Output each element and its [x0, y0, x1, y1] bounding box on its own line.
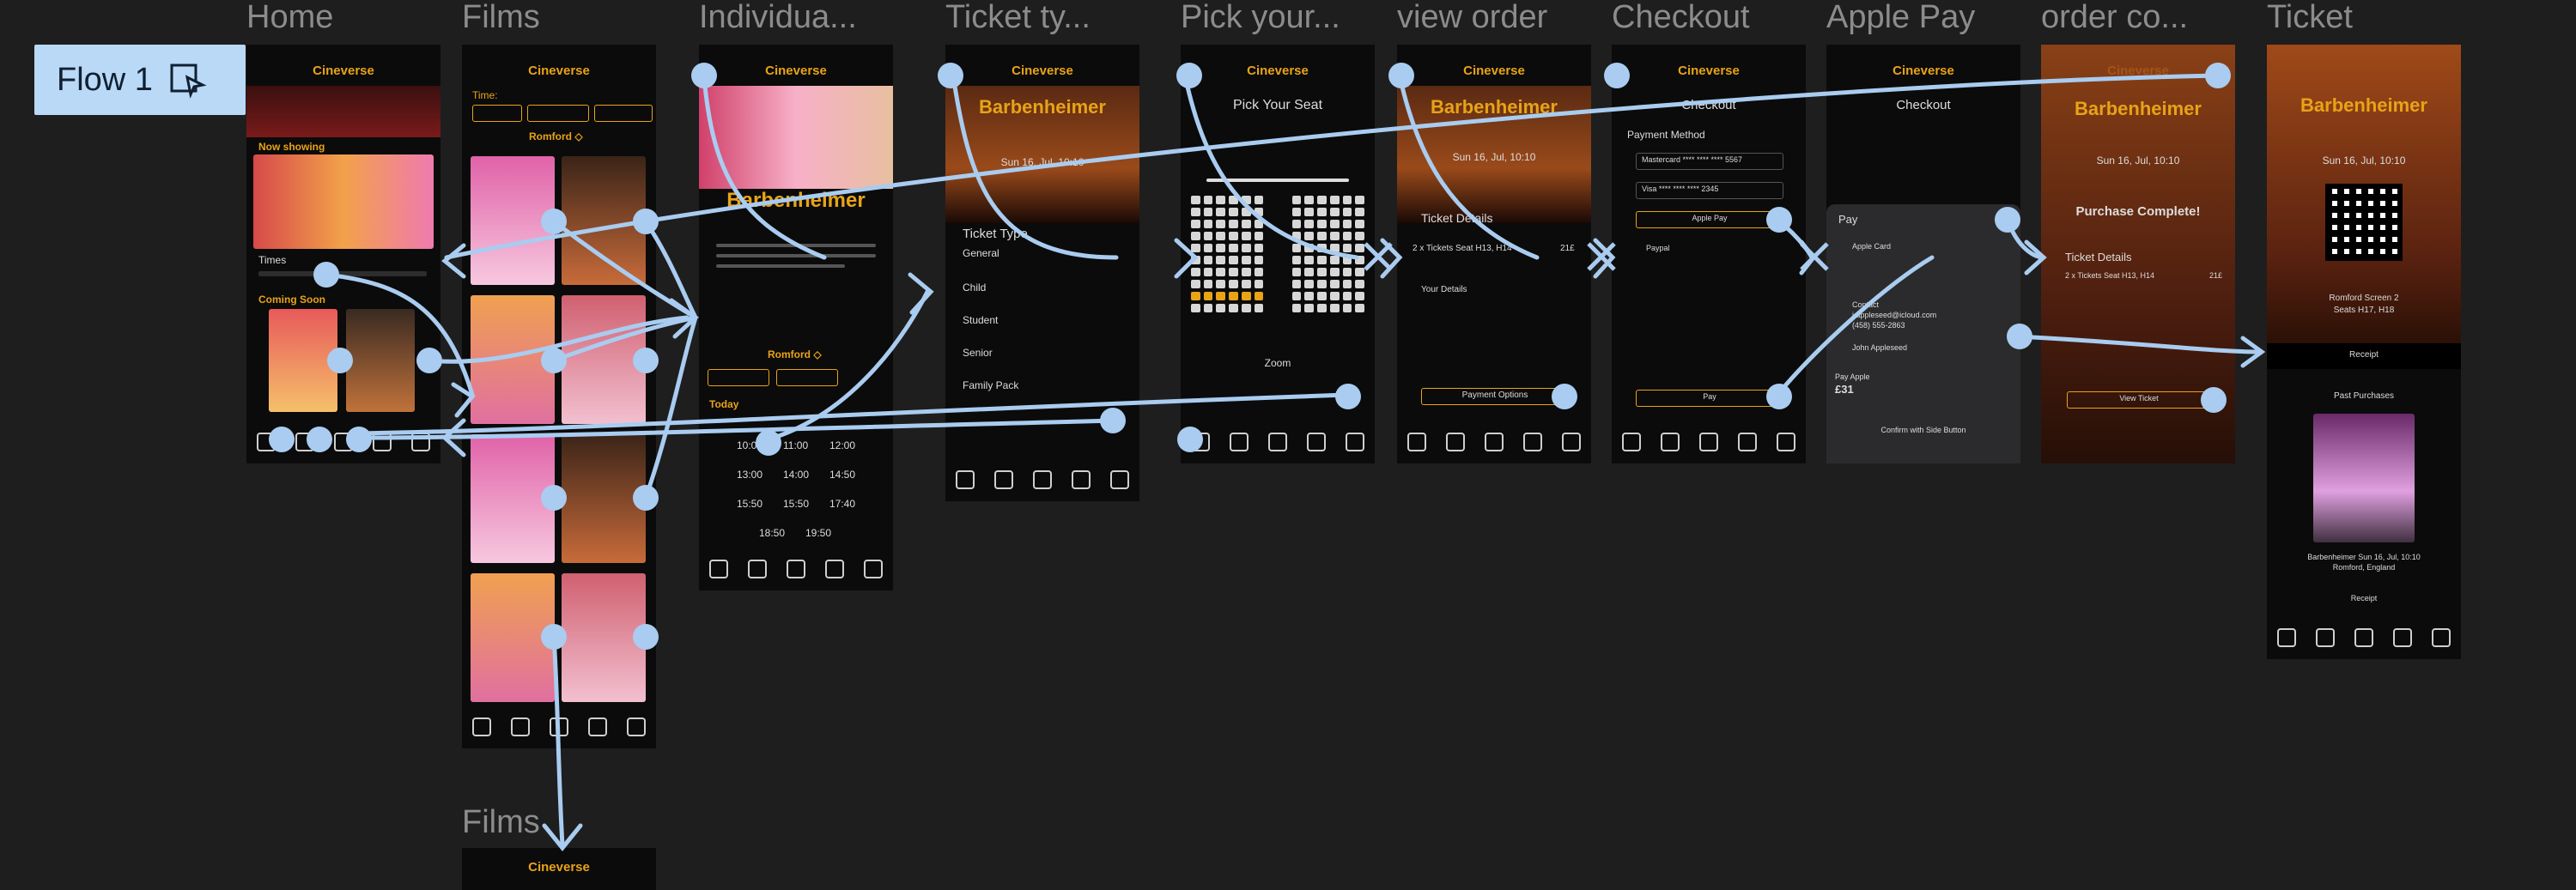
hotspot-dot	[2205, 63, 2231, 88]
hotspot-dot	[1995, 207, 2020, 233]
connector-checkout-pay	[1775, 255, 1935, 397]
hotspot-dot	[269, 427, 295, 452]
hotspot-dot	[633, 485, 659, 511]
hotspot-dot	[1100, 408, 1126, 433]
hotspot-dot	[756, 430, 781, 456]
hotspot-dot	[313, 262, 339, 288]
hotspot-dot	[541, 485, 567, 511]
hotspot-dot	[1766, 384, 1792, 409]
hotspot-dot	[633, 624, 659, 650]
hotspot-dot	[2007, 324, 2032, 349]
hotspot-dot	[1335, 384, 1361, 409]
connector-endpoints	[269, 63, 2231, 650]
hotspot-dot	[633, 348, 659, 373]
hotspot-dot	[541, 624, 567, 650]
connector-confirm-ticket	[2015, 334, 2261, 354]
prototype-connections	[269, 63, 2266, 851]
hotspot-dot	[1766, 207, 1792, 233]
hotspot-dot	[541, 348, 567, 373]
hotspot-dot	[1176, 63, 1202, 88]
connector-ticket-home	[444, 73, 2221, 260]
connector-arrowheads	[441, 238, 2266, 851]
hotspot-dot	[633, 209, 659, 234]
connector-individual-home	[702, 75, 827, 260]
hotspot-dot	[346, 427, 372, 452]
connector-view-order-checkout	[1397, 73, 1540, 260]
hotspot-dot	[307, 427, 332, 452]
hotspot-dot	[1388, 63, 1414, 88]
hotspot-dot	[938, 63, 963, 88]
connector-cross-marks	[1364, 242, 1829, 271]
hotspot-dot	[1177, 427, 1203, 452]
hotspot-dot	[327, 348, 353, 373]
hotspot-dot	[416, 348, 442, 373]
hotspot-dot	[1552, 384, 1577, 409]
connector-films-individual-d	[643, 315, 698, 500]
hotspot-dot	[541, 209, 567, 234]
connector-home-films	[324, 272, 475, 397]
hotspot-dot	[2201, 387, 2227, 413]
hotspot-dot	[691, 63, 717, 88]
connector-films-down	[551, 634, 565, 848]
prototype-canvas: Flow 1 Home Films Individua... Ticket ty…	[0, 0, 2576, 890]
hotspot-dot	[1604, 63, 1630, 88]
connector-pick-seat-view-order	[1182, 73, 1359, 260]
